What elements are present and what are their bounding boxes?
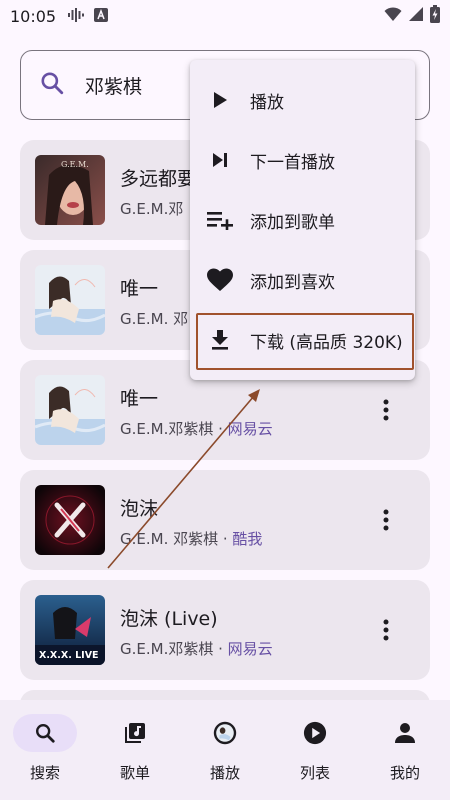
album-cover xyxy=(35,485,105,555)
wifi-icon xyxy=(384,6,402,26)
voice-wave-icon xyxy=(68,7,85,26)
more-options-icon[interactable] xyxy=(372,506,400,534)
nav-label: 搜索 xyxy=(29,764,60,782)
menu-item-download[interactable]: 下载 (高品质 320K) xyxy=(190,310,415,370)
play-icon xyxy=(206,86,234,114)
heart-icon xyxy=(206,266,234,294)
search-icon xyxy=(39,70,65,100)
nav-item-queue[interactable]: 列表 xyxy=(270,700,360,800)
song-source: 网易云 xyxy=(227,420,273,438)
nav-label: 歌单 xyxy=(119,764,150,782)
more-options-icon[interactable] xyxy=(372,396,400,424)
signal-icon xyxy=(408,6,424,26)
nav-label: 我的 xyxy=(389,764,420,782)
download-icon xyxy=(206,326,234,354)
more-options-icon[interactable] xyxy=(372,616,400,644)
nav-label: 播放 xyxy=(209,764,240,782)
song-title: 泡沫 (Live) xyxy=(120,608,218,630)
song-title: 多远都要 xyxy=(120,168,197,190)
nav-item-profile[interactable]: 我的 xyxy=(360,700,450,800)
context-menu: 播放 下一首播放 添加到歌单 添加到喜欢 下载 (高品质 320K) xyxy=(190,60,415,380)
font-a-icon xyxy=(94,7,109,26)
menu-item-play[interactable]: 播放 xyxy=(190,70,415,130)
album-cover xyxy=(35,375,105,445)
menu-item-add-to-favorites[interactable]: 添加到喜欢 xyxy=(190,250,415,310)
song-meta: G.E.M.邓 xyxy=(120,198,183,219)
cover-text: X.X.X. LIVE xyxy=(39,650,99,661)
song-meta: G.E.M.邓紫棋 · 网易云 xyxy=(120,638,273,659)
skip-next-icon xyxy=(206,146,234,174)
song-artist: G.E.M.邓 xyxy=(120,200,184,218)
menu-item-play-next[interactable]: 下一首播放 xyxy=(190,130,415,190)
song-meta: G.E.M.邓紫棋 · 网易云 xyxy=(120,418,273,439)
person-icon xyxy=(393,721,417,745)
bottom-nav: 搜索 歌单 播放 列表 我的 xyxy=(0,700,450,800)
song-meta: G.E.M. 邓紫棋 · 酷我 xyxy=(120,528,262,549)
album-cover: G.E.M. xyxy=(35,155,105,225)
search-icon xyxy=(33,721,57,745)
song-meta: G.E.M. 邓 xyxy=(120,308,188,329)
song-artist: G.E.M. 邓 xyxy=(120,310,189,328)
song-title: 泡沫 xyxy=(120,498,159,520)
playlist-add-icon xyxy=(206,206,234,234)
search-query[interactable]: 邓紫棋 xyxy=(85,72,142,99)
menu-item-label: 下载 (高品质 320K) xyxy=(250,332,403,353)
music-library-icon xyxy=(123,721,147,745)
menu-item-label: 播放 xyxy=(250,92,284,113)
song-source: 网易云 xyxy=(227,640,273,658)
song-item[interactable]: 泡沫 G.E.M. 邓紫棋 · 酷我 xyxy=(20,470,430,570)
battery-charging-icon xyxy=(430,5,440,27)
song-artist: G.E.M.邓紫棋 · xyxy=(120,640,228,658)
song-artist: G.E.M. 邓紫棋 · xyxy=(120,530,233,548)
status-bar: 10:05 xyxy=(0,0,450,32)
song-artist: G.E.M.邓紫棋 · xyxy=(120,420,228,438)
play-circle-icon xyxy=(303,721,327,745)
album-art-icon xyxy=(213,721,237,745)
menu-item-add-to-playlist[interactable]: 添加到歌单 xyxy=(190,190,415,250)
song-title: 唯一 xyxy=(120,388,159,410)
album-cover xyxy=(35,265,105,335)
nav-item-now-playing[interactable]: 播放 xyxy=(180,700,270,800)
nav-item-playlists[interactable]: 歌单 xyxy=(90,700,180,800)
song-item[interactable]: X.X.X. LIVE 泡沫 (Live) G.E.M.邓紫棋 · 网易云 xyxy=(20,580,430,680)
song-source: 酷我 xyxy=(232,530,263,548)
album-cover: X.X.X. LIVE xyxy=(35,595,105,665)
menu-item-label: 添加到歌单 xyxy=(250,212,335,233)
menu-item-label: 添加到喜欢 xyxy=(250,272,335,293)
nav-item-search[interactable]: 搜索 xyxy=(0,700,90,800)
song-title: 唯一 xyxy=(120,278,159,300)
nav-label: 列表 xyxy=(299,764,330,782)
cover-text: G.E.M. xyxy=(61,160,89,169)
menu-item-label: 下一首播放 xyxy=(250,152,335,173)
status-time: 10:05 xyxy=(10,6,57,26)
